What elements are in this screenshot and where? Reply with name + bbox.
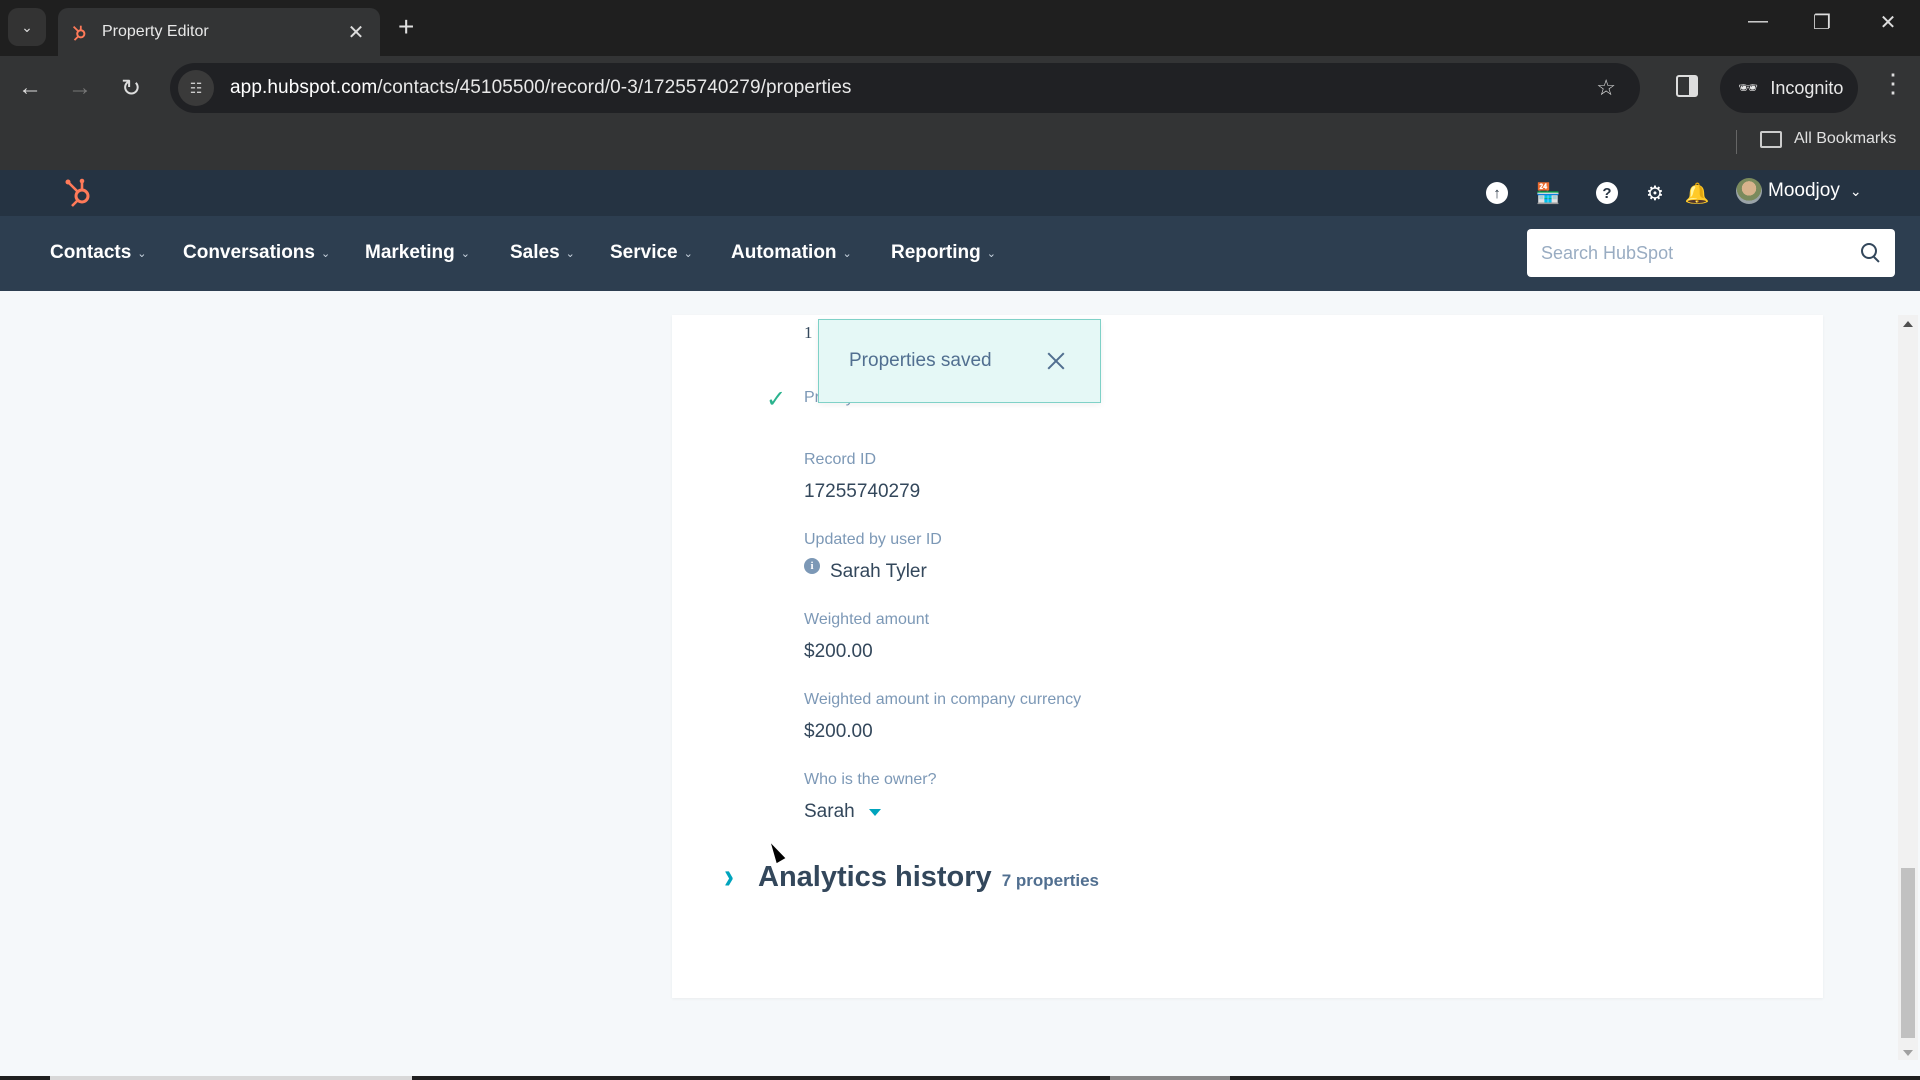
help-icon[interactable]: ? bbox=[1594, 180, 1620, 206]
chevron-down-icon: ⌄ bbox=[460, 247, 470, 260]
nav-marketing[interactable]: Marketing ⌄ bbox=[365, 242, 470, 264]
back-arrow-icon[interactable]: ← bbox=[12, 70, 48, 106]
analytics-history-section-toggle[interactable]: › Analytics history 7 properties bbox=[724, 857, 1099, 897]
nav-automation[interactable]: Automation ⌄ bbox=[731, 242, 852, 264]
notifications-bell-icon[interactable]: 🔔 bbox=[1684, 180, 1710, 206]
browser-menu-icon[interactable]: ⋮ bbox=[1880, 68, 1906, 99]
url-text[interactable]: app.hubspot.com/contacts/45105500/record… bbox=[230, 77, 1596, 99]
minimize-icon[interactable]: — bbox=[1738, 10, 1778, 33]
section-title: Analytics history bbox=[758, 861, 992, 893]
hubspot-top-bar: ↑ 🏪 ? ⚙ 🔔 Moodjoy ⌄ bbox=[0, 170, 1920, 216]
chevron-down-icon: ⌄ bbox=[320, 247, 331, 260]
address-bar[interactable]: ☷ app.hubspot.com/contacts/45105500/reco… bbox=[170, 63, 1640, 113]
scroll-up-arrow-icon[interactable] bbox=[1903, 321, 1913, 327]
caret-down-icon bbox=[868, 808, 881, 816]
search-input[interactable] bbox=[1541, 242, 1861, 264]
tab-close-icon[interactable]: ✕ bbox=[342, 20, 370, 45]
incognito-icon: 🕶 bbox=[1738, 80, 1759, 97]
bookmark-star-icon[interactable]: ☆ bbox=[1596, 75, 1616, 101]
restore-icon[interactable]: ❐ bbox=[1802, 10, 1842, 35]
upgrade-arrow-icon[interactable]: ↑ bbox=[1484, 180, 1510, 206]
owner-value: Sarah bbox=[804, 801, 855, 822]
chevron-down-icon: ⌄ bbox=[842, 247, 852, 260]
settings-gear-icon[interactable]: ⚙ bbox=[1642, 180, 1668, 206]
window-close-icon[interactable]: ✕ bbox=[1868, 10, 1908, 35]
toast-message: Properties saved bbox=[849, 350, 992, 371]
browser-tab[interactable]: Property Editor ✕ bbox=[58, 8, 380, 56]
nav-service[interactable]: Service ⌄ bbox=[610, 242, 693, 264]
chevron-down-icon: ⌄ bbox=[1849, 182, 1862, 199]
marketplace-icon[interactable]: 🏪 bbox=[1535, 180, 1561, 206]
all-bookmarks-button[interactable]: All Bookmarks bbox=[1760, 130, 1896, 148]
property-updated-by: Updated by user ID i Sarah Tyler bbox=[804, 531, 942, 582]
property-weighted-amount-company-currency: Weighted amount in company currency $200… bbox=[804, 691, 1082, 742]
partial-property-value: 1 bbox=[804, 323, 813, 342]
bookmarks-bar: All Bookmarks bbox=[0, 122, 1920, 170]
nav-contacts[interactable]: Contacts ⌄ bbox=[50, 242, 147, 264]
tab-search-button[interactable]: ⌄ bbox=[8, 8, 46, 46]
properties-card: 1 ✓ Priority Record ID 17255740279 Updat… bbox=[672, 315, 1823, 998]
scrollbar-thumb[interactable] bbox=[1901, 868, 1915, 1038]
reload-icon[interactable]: ↻ bbox=[113, 70, 149, 106]
folder-icon bbox=[1760, 130, 1782, 148]
toast-close-icon[interactable] bbox=[1044, 349, 1068, 373]
bottom-edge bbox=[0, 1076, 1920, 1080]
tab-title: Property Editor bbox=[102, 23, 209, 40]
weighted-amount-value: $200.00 bbox=[804, 641, 873, 662]
hubspot-main-nav: Contacts ⌄ Conversations ⌄ Marketing ⌄ Sale… bbox=[0, 216, 1920, 291]
record-id-value: 17255740279 bbox=[804, 481, 921, 502]
property-weighted-amount: Weighted amount $200.00 bbox=[804, 611, 930, 662]
vertical-scrollbar[interactable] bbox=[1898, 315, 1918, 1060]
nav-conversations[interactable]: Conversations ⌄ bbox=[183, 242, 330, 264]
checkmark-icon: ✓ bbox=[766, 386, 787, 413]
avatar bbox=[1736, 178, 1762, 204]
account-name: Moodjoy bbox=[1768, 180, 1840, 201]
info-icon[interactable]: i bbox=[804, 558, 820, 574]
hubspot-favicon-icon bbox=[72, 25, 86, 41]
forward-arrow-icon[interactable]: → bbox=[62, 70, 98, 106]
nav-reporting[interactable]: Reporting ⌄ bbox=[891, 242, 996, 264]
browser-tab-strip: ⌄ Property Editor ✕ + — ❐ ✕ bbox=[0, 0, 1920, 56]
updated-by-value: Sarah Tyler bbox=[830, 561, 927, 582]
chevron-down-icon: ⌄ bbox=[565, 247, 575, 260]
site-info-icon[interactable]: ☷ bbox=[178, 70, 214, 106]
chevron-down-icon: ⌄ bbox=[21, 18, 33, 35]
search-icon[interactable] bbox=[1861, 243, 1881, 263]
account-menu[interactable]: Moodjoy ⌄ bbox=[1736, 178, 1862, 204]
chevron-down-icon: ⌄ bbox=[986, 247, 996, 260]
owner-dropdown[interactable]: Sarah bbox=[804, 801, 937, 823]
content-area: 1 ✓ Priority Record ID 17255740279 Updat… bbox=[0, 291, 1896, 1076]
section-count: 7 properties bbox=[1001, 871, 1099, 890]
scroll-down-arrow-icon[interactable] bbox=[1903, 1050, 1913, 1056]
hubspot-logo-icon[interactable] bbox=[62, 176, 96, 210]
side-panel-icon[interactable] bbox=[1676, 75, 1698, 97]
chevron-down-icon: ⌄ bbox=[683, 247, 693, 260]
weighted-amount-company-value: $200.00 bbox=[804, 721, 873, 742]
bookmarks-divider bbox=[1736, 130, 1737, 154]
chevron-right-icon: › bbox=[724, 856, 734, 897]
nav-sales[interactable]: Sales ⌄ bbox=[510, 242, 575, 264]
chevron-down-icon: ⌄ bbox=[137, 247, 147, 260]
property-record-id: Record ID 17255740279 bbox=[804, 451, 921, 502]
properties-saved-toast: Properties saved bbox=[818, 319, 1101, 403]
browser-toolbar: ← → ↻ ☷ app.hubspot.com/contacts/4510550… bbox=[0, 56, 1920, 122]
property-owner: Who is the owner? Sarah bbox=[804, 771, 937, 823]
incognito-badge[interactable]: 🕶 Incognito bbox=[1720, 63, 1858, 113]
hubspot-search-box bbox=[1527, 229, 1895, 277]
new-tab-button[interactable]: + bbox=[398, 12, 414, 42]
